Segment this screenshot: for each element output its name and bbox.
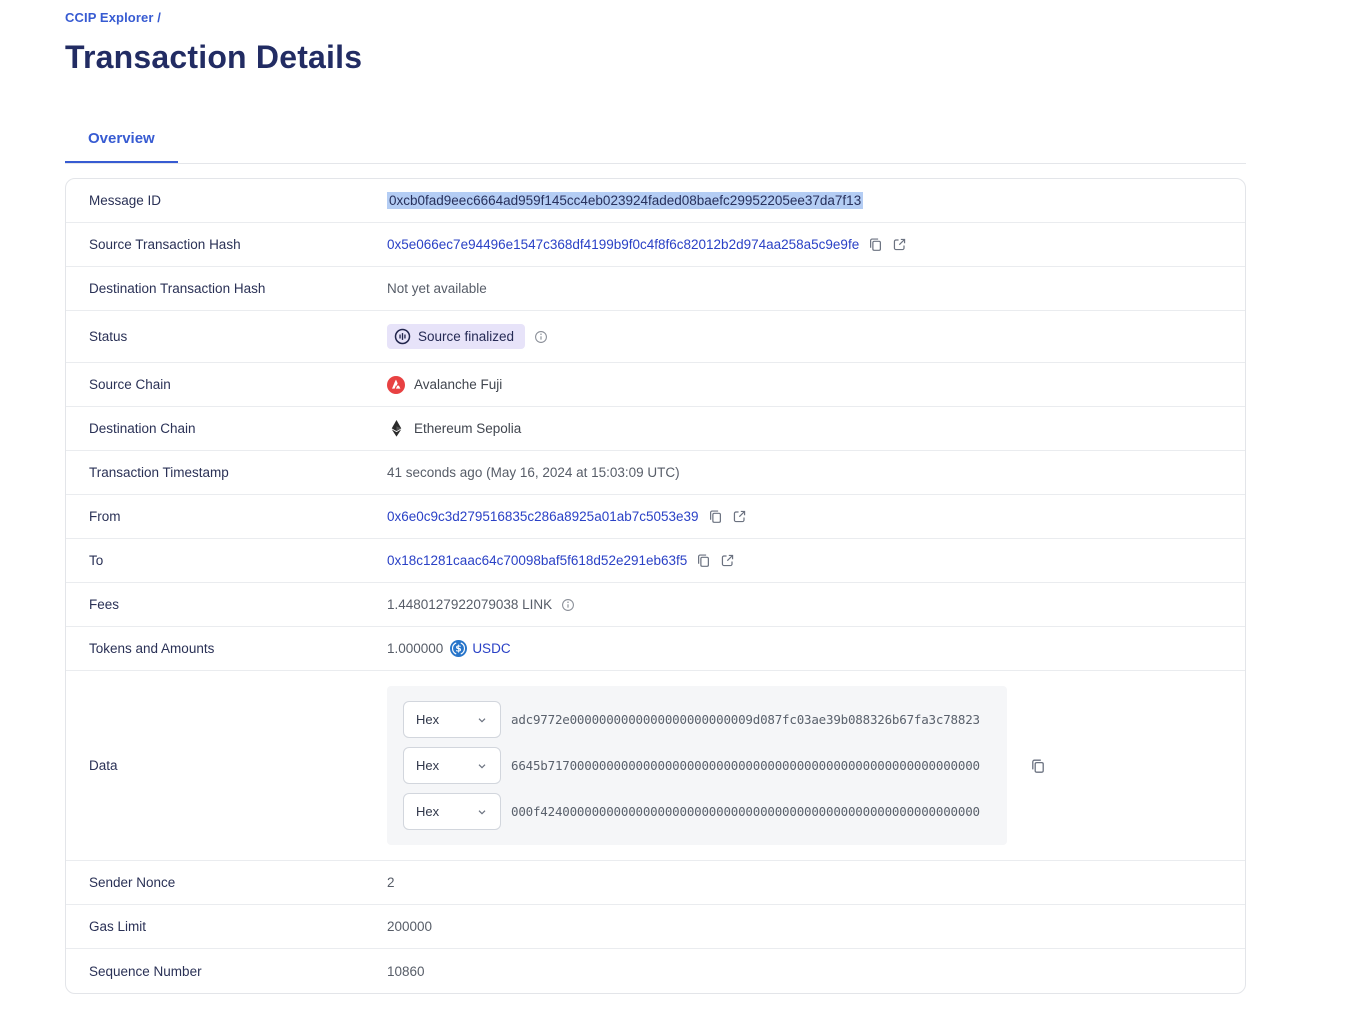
transaction-details-card: Message ID 0xcb0fad9eec6664ad959f145cc4e… [65, 178, 1246, 994]
fees-label: Fees [66, 597, 387, 612]
data-hex-value: 000f424000000000000000000000000000000000… [511, 804, 980, 819]
source-chain-label: Source Chain [66, 377, 387, 392]
gas-limit-label: Gas Limit [66, 919, 387, 934]
gas-limit-value: 200000 [387, 919, 432, 934]
timestamp-label: Transaction Timestamp [66, 465, 387, 480]
transaction-details-page: CCIP Explorer / Transaction Details Over… [0, 0, 1246, 994]
external-link-icon[interactable] [732, 509, 747, 524]
status-badge-text: Source finalized [418, 329, 514, 344]
sequence-number-label: Sequence Number [66, 964, 387, 979]
row-gas-limit: Gas Limit 200000 [66, 905, 1245, 949]
row-sender-nonce: Sender Nonce 2 [66, 861, 1245, 905]
status-badge: Source finalized [387, 324, 525, 349]
row-message-id: Message ID 0xcb0fad9eec6664ad959f145cc4e… [66, 179, 1245, 223]
sender-nonce-label: Sender Nonce [66, 875, 387, 890]
row-data: Data Hex adc9772e00000000000000000000000… [66, 671, 1245, 861]
source-tx-hash-label: Source Transaction Hash [66, 237, 387, 252]
row-tokens-amounts: Tokens and Amounts 1.000000 $ USDC [66, 627, 1245, 671]
copy-icon[interactable] [1030, 758, 1046, 774]
page-title: Transaction Details [65, 39, 1246, 76]
sender-nonce-value: 2 [387, 875, 395, 890]
row-source-tx-hash: Source Transaction Hash 0x5e066ec7e94496… [66, 223, 1245, 267]
row-sequence-number: Sequence Number 10860 [66, 949, 1245, 993]
row-timestamp: Transaction Timestamp 41 seconds ago (Ma… [66, 451, 1245, 495]
to-address-link[interactable]: 0x18c1281caac64c70098baf5f618d52e291eb63… [387, 553, 687, 568]
sequence-number-value: 10860 [387, 964, 425, 979]
row-to: To 0x18c1281caac64c70098baf5f618d52e291e… [66, 539, 1245, 583]
dest-tx-hash-value: Not yet available [387, 281, 487, 296]
timestamp-value: 41 seconds ago (May 16, 2024 at 15:03:09… [387, 465, 680, 480]
from-address-link[interactable]: 0x6e0c9c3d279516835c286a8925a01ab7c5053e… [387, 509, 699, 524]
data-hex-value: adc9772e0000000000000000000000009d087fc0… [511, 712, 980, 727]
row-status: Status Source finalized [66, 311, 1245, 363]
hex-format-select[interactable]: Hex [403, 747, 501, 784]
hex-format-select[interactable]: Hex [403, 701, 501, 738]
data-label: Data [66, 758, 387, 773]
source-chain-value: Avalanche Fuji [414, 377, 502, 392]
data-line: Hex 000f42400000000000000000000000000000… [403, 793, 991, 830]
token-symbol: USDC [472, 641, 510, 656]
external-link-icon[interactable] [892, 237, 907, 252]
chevron-down-icon [476, 714, 488, 726]
status-pulse-icon [394, 328, 411, 345]
row-source-chain: Source Chain Avalanche Fuji [66, 363, 1245, 407]
data-line: Hex 6645b7170000000000000000000000000000… [403, 747, 991, 784]
avalanche-icon [387, 376, 405, 394]
dest-tx-hash-label: Destination Transaction Hash [66, 281, 387, 296]
tab-bar: Overview [65, 120, 1246, 164]
fees-value: 1.4480127922079038 LINK [387, 597, 552, 612]
breadcrumb-ccip-explorer-link[interactable]: CCIP Explorer [65, 10, 153, 25]
chevron-down-icon [476, 760, 488, 772]
dest-chain-value: Ethereum Sepolia [414, 421, 521, 436]
info-icon[interactable] [534, 330, 548, 344]
to-label: To [66, 553, 387, 568]
tokens-amounts-label: Tokens and Amounts [66, 641, 387, 656]
copy-icon[interactable] [696, 553, 711, 568]
hex-format-value: Hex [416, 758, 439, 773]
dest-chain-label: Destination Chain [66, 421, 387, 436]
tab-overview[interactable]: Overview [65, 120, 178, 163]
token-link[interactable]: $ USDC [450, 640, 510, 657]
source-tx-hash-link[interactable]: 0x5e066ec7e94496e1547c368df4199b9f0c4f8f… [387, 237, 859, 252]
ethereum-icon [387, 420, 405, 437]
data-hex-value: 6645b71700000000000000000000000000000000… [511, 758, 980, 773]
chevron-down-icon [476, 806, 488, 818]
from-label: From [66, 509, 387, 524]
breadcrumb-separator: / [153, 10, 160, 25]
hex-format-select[interactable]: Hex [403, 793, 501, 830]
status-label: Status [66, 329, 387, 344]
row-dest-tx-hash: Destination Transaction Hash Not yet ava… [66, 267, 1245, 311]
svg-text:$: $ [456, 645, 462, 655]
copy-icon[interactable] [708, 509, 723, 524]
row-dest-chain: Destination Chain Ethereum Sepolia [66, 407, 1245, 451]
hex-format-value: Hex [416, 804, 439, 819]
data-hex-box: Hex adc9772e0000000000000000000000009d08… [387, 686, 1007, 845]
breadcrumb: CCIP Explorer / [65, 10, 1246, 25]
usdc-icon: $ [450, 640, 467, 657]
data-line: Hex adc9772e0000000000000000000000009d08… [403, 701, 991, 738]
info-icon[interactable] [561, 598, 575, 612]
message-id-label: Message ID [66, 193, 387, 208]
row-from: From 0x6e0c9c3d279516835c286a8925a01ab7c… [66, 495, 1245, 539]
message-id-value: 0xcb0fad9eec6664ad959f145cc4eb023924fade… [387, 192, 863, 209]
copy-icon[interactable] [868, 237, 883, 252]
token-amount: 1.000000 [387, 641, 443, 656]
external-link-icon[interactable] [720, 553, 735, 568]
row-fees: Fees 1.4480127922079038 LINK [66, 583, 1245, 627]
hex-format-value: Hex [416, 712, 439, 727]
